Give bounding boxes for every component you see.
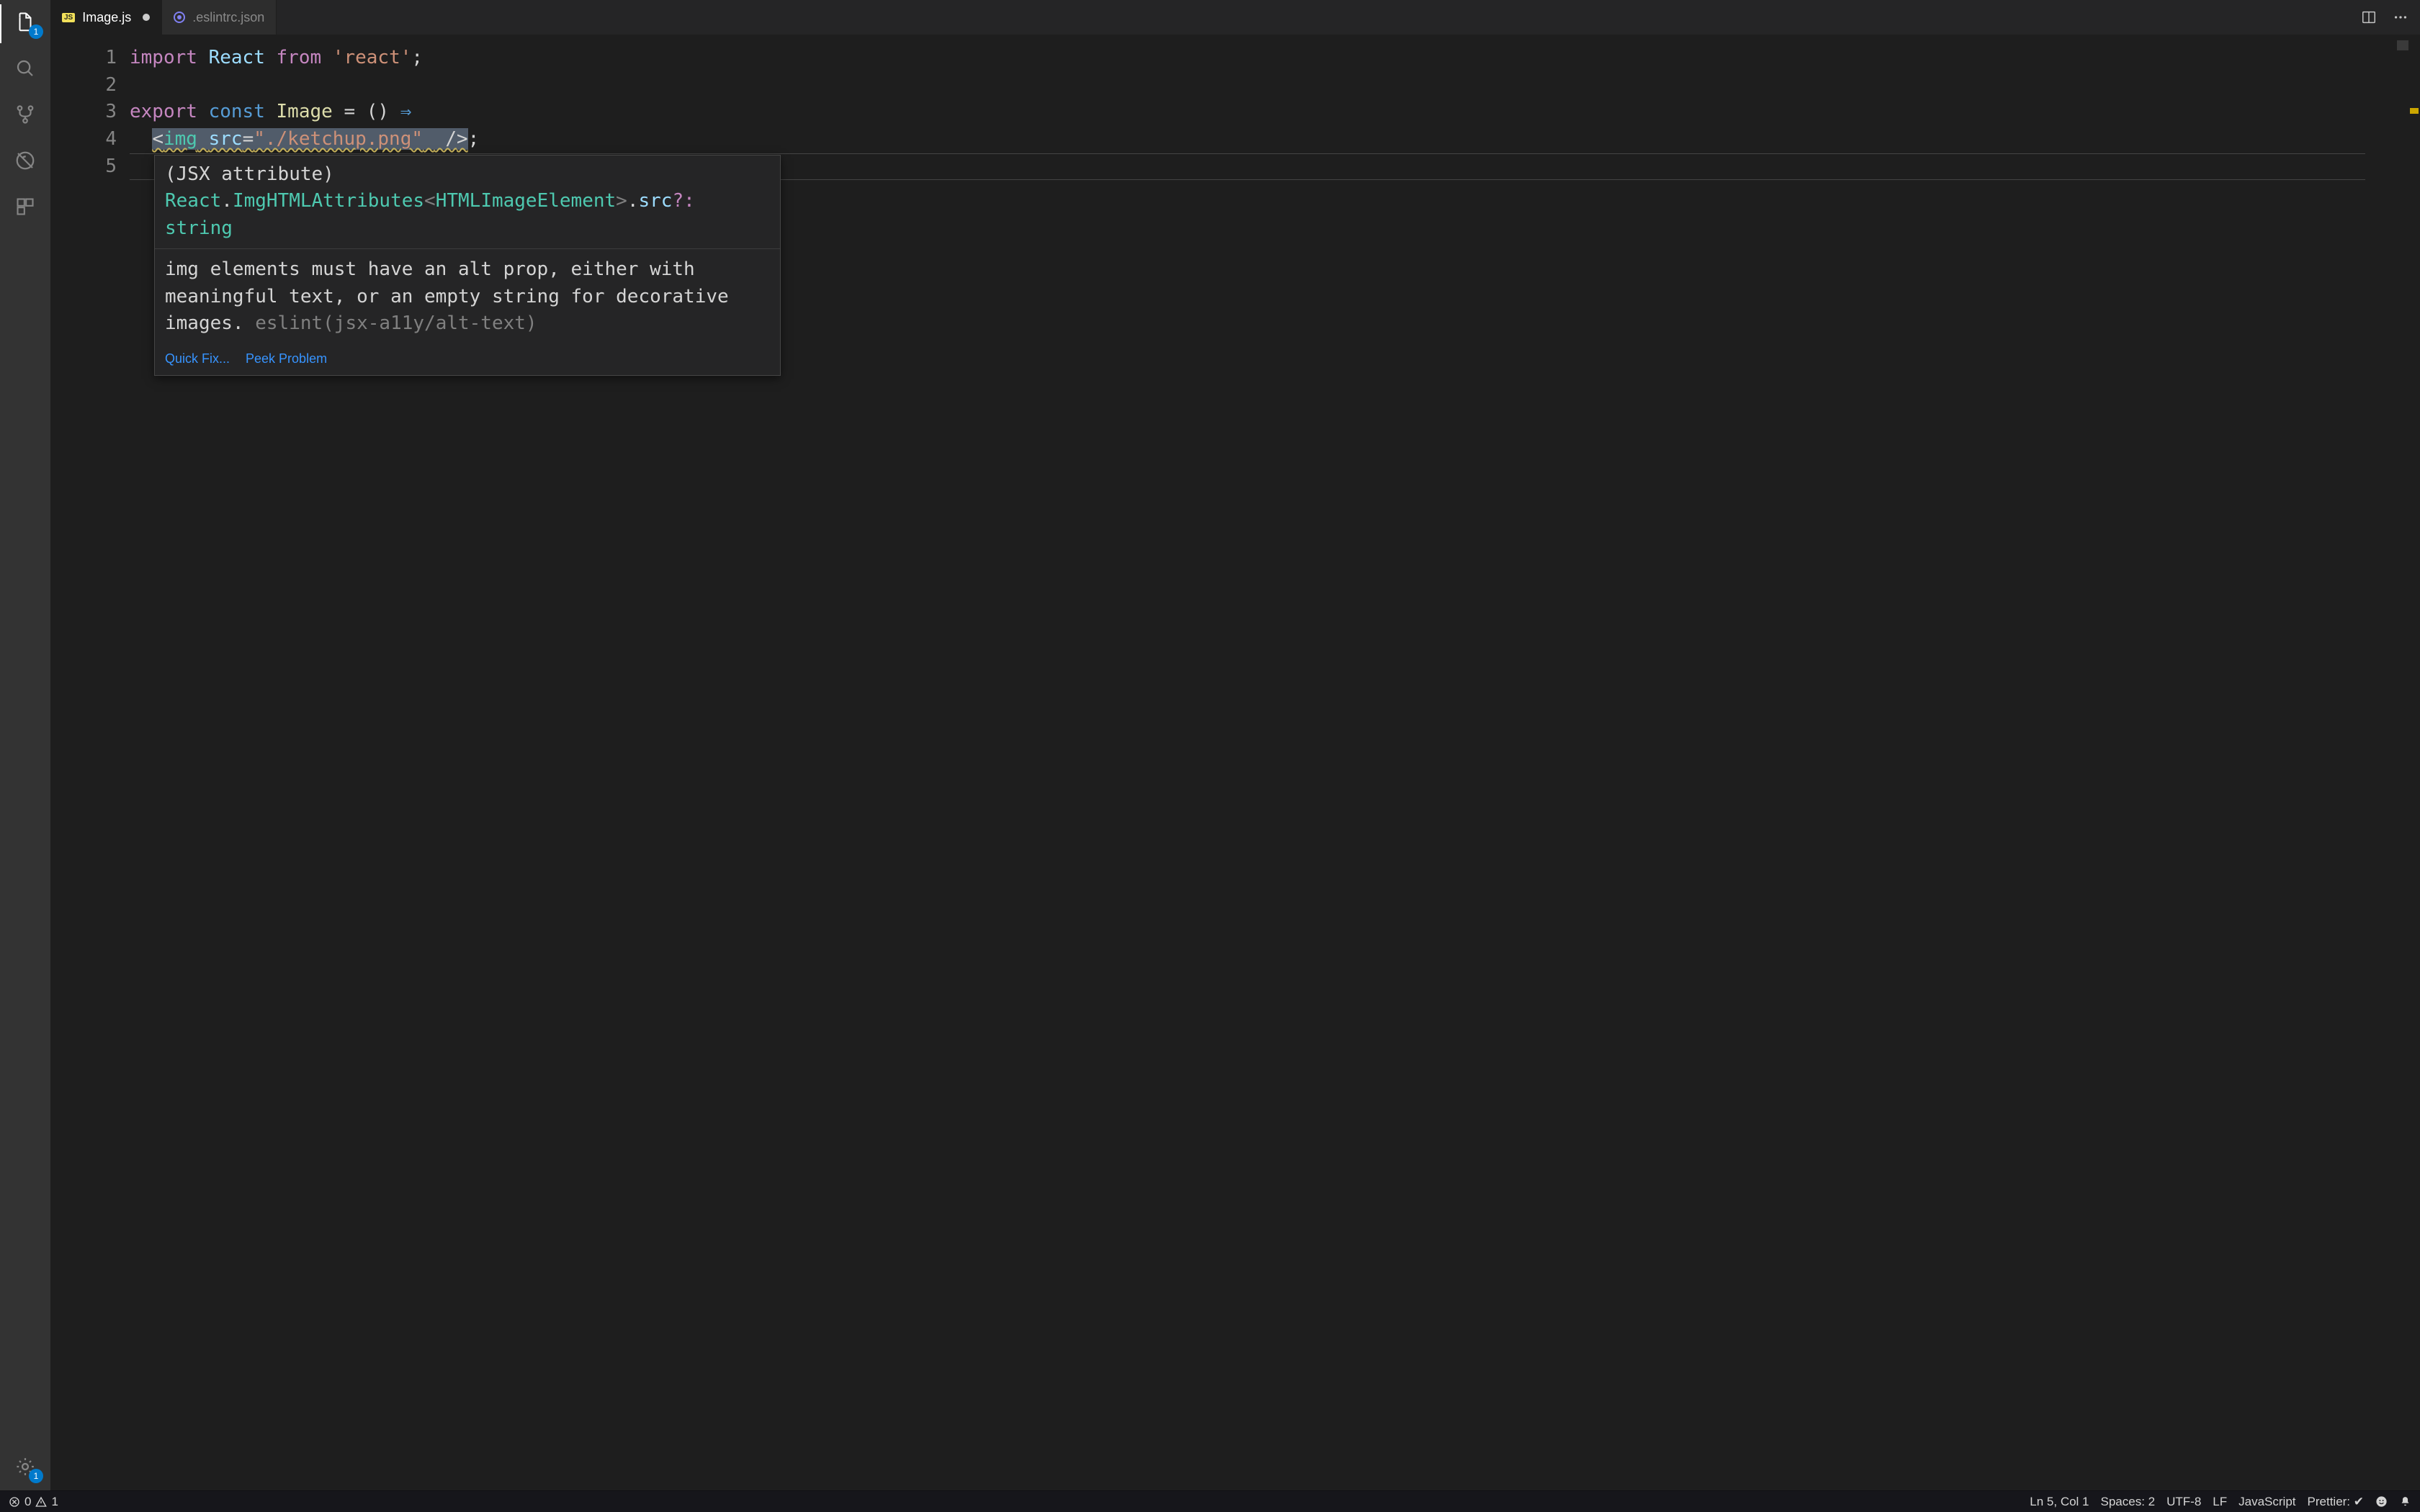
problems-status[interactable]: 0 1 <box>9 1495 58 1509</box>
settings-badge: 1 <box>29 1469 43 1483</box>
warning-marker-icon[interactable] <box>2410 108 2419 114</box>
peek-problem-link[interactable]: Peek Problem <box>246 349 327 368</box>
activity-bar: 1 1 <box>0 0 50 1490</box>
encoding-status[interactable]: UTF-8 <box>2166 1495 2201 1509</box>
line-number-gutter: 1 2 3 4 5 <box>50 35 130 1490</box>
dirty-indicator-icon <box>143 14 150 21</box>
notifications-bell-icon[interactable] <box>2399 1495 2411 1508</box>
hover-signature: (JSX attribute) React.ImgHTMLAttributes<… <box>155 156 780 249</box>
settings-gear-icon[interactable]: 1 <box>13 1454 37 1479</box>
tab-eslintrc[interactable]: .eslintrc.json <box>162 0 277 35</box>
overview-ruler[interactable] <box>2408 35 2420 1490</box>
search-icon[interactable] <box>13 56 37 81</box>
tab-bar: JS Image.js .eslintrc.json <box>50 0 2420 35</box>
explorer-badge: 1 <box>29 24 43 39</box>
split-editor-icon[interactable] <box>2361 9 2377 25</box>
js-file-icon: JS <box>62 13 75 22</box>
prettier-status[interactable]: Prettier: ✔ <box>2308 1495 2364 1509</box>
more-actions-icon[interactable] <box>2393 9 2408 25</box>
extensions-icon[interactable] <box>13 194 37 219</box>
error-count: 0 <box>24 1495 31 1509</box>
debug-icon[interactable] <box>13 148 37 173</box>
hover-tooltip: (JSX attribute) React.ImgHTMLAttributes<… <box>154 155 781 376</box>
hover-message: img elements must have an alt prop, eith… <box>155 249 780 345</box>
indentation-status[interactable]: Spaces: 2 <box>2101 1495 2156 1509</box>
warning-count: 1 <box>51 1495 58 1509</box>
source-control-icon[interactable] <box>13 102 37 127</box>
tab-label: Image.js <box>82 10 131 25</box>
explorer-icon[interactable]: 1 <box>13 10 37 35</box>
quick-fix-link[interactable]: Quick Fix... <box>165 349 230 368</box>
cursor-position[interactable]: Ln 5, Col 1 <box>2030 1495 2089 1509</box>
tab-image-js[interactable]: JS Image.js <box>50 0 162 35</box>
language-status[interactable]: JavaScript <box>2238 1495 2295 1509</box>
eol-status[interactable]: LF <box>2213 1495 2227 1509</box>
tab-label: .eslintrc.json <box>192 10 264 25</box>
status-bar: 0 1 Ln 5, Col 1 Spaces: 2 UTF-8 LF JavaS… <box>0 1490 2420 1512</box>
feedback-icon[interactable] <box>2375 1495 2388 1508</box>
minimap[interactable] <box>2387 35 2408 1490</box>
code-editor[interactable]: import React from 'react'; export const … <box>130 35 2387 1490</box>
eslint-file-icon <box>174 12 185 23</box>
